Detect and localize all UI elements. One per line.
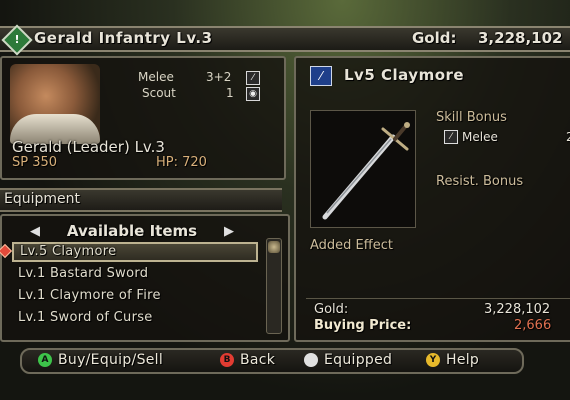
back-hint[interactable]: Back (240, 352, 275, 368)
melee-stat-label: Melee (138, 70, 174, 84)
list-item[interactable]: Lv.1 Bastard Sword (12, 264, 258, 284)
gold-value: 3,228,102 (478, 29, 563, 47)
page-title: Gerald Infantry Lv.3 (34, 29, 213, 47)
leader-portrait (10, 64, 100, 144)
help-hint[interactable]: Help (446, 352, 479, 368)
hp-value: HP: 720 (156, 155, 207, 170)
unit-panel: Melee 3+2 ⁄ Scout 1 ◉ Gerald (Leader) Lv… (0, 56, 286, 180)
list-item[interactable]: Lv.5 Claymore (12, 242, 258, 262)
list-item[interactable]: Lv.1 Claymore of Fire (12, 286, 258, 306)
selection-cursor-icon (0, 243, 13, 259)
item-detail-panel: ⁄ Lv5 Claymore Skill Bonus ⁄ Melee 2 Res… (294, 56, 570, 342)
controls-bar: A Buy/Equip/Sell B Back Equipped Y Help (20, 348, 524, 374)
sword-type-icon: ⁄ (310, 66, 332, 86)
white-button-icon[interactable] (304, 353, 318, 367)
scout-stat-label: Scout (142, 86, 176, 100)
melee-bonus-label: Melee (462, 130, 498, 144)
arrow-right-icon[interactable]: ▶ (224, 224, 234, 239)
buy-equip-sell-hint[interactable]: Buy/Equip/Sell (58, 352, 163, 368)
available-items-panel: ◀ Available Items ▶ Lv.5 Claymore Lv.1 B… (0, 214, 290, 342)
weapon-image-frame (310, 110, 416, 228)
b-button-icon[interactable]: B (220, 353, 234, 367)
sp-value: SP 350 (12, 155, 58, 170)
eye-icon: ◉ (246, 87, 260, 101)
detail-gold-label: Gold: (314, 302, 349, 317)
claymore-icon (322, 122, 410, 220)
title-bar: ! Gerald Infantry Lv.3 Gold: 3,228,102 (0, 24, 570, 56)
unit-type-icon: ! (1, 24, 33, 56)
leader-name: Gerald (Leader) Lv.3 (12, 138, 165, 156)
gold-label: Gold: (412, 29, 457, 47)
buying-price-label: Buying Price: (314, 318, 412, 333)
scrollbar-handle[interactable] (268, 241, 280, 253)
melee-bonus-value: 2 (566, 130, 570, 144)
buying-price-value: 2,666 (514, 318, 552, 333)
divider (306, 298, 570, 299)
added-effect-label: Added Effect (310, 238, 393, 253)
sword-icon: ⁄ (444, 130, 458, 144)
y-button-icon[interactable]: Y (426, 353, 440, 367)
detail-gold-value: 3,228,102 (484, 302, 551, 317)
available-items-title: Available Items (66, 222, 198, 240)
a-button-icon[interactable]: A (38, 353, 52, 367)
items-scrollbar[interactable] (266, 238, 282, 334)
list-item[interactable]: Lv.1 Sword of Curse (12, 308, 258, 328)
equipment-header: Equipment (0, 188, 282, 212)
scout-stat-value: 1 (226, 86, 234, 100)
equipped-hint[interactable]: Equipped (324, 352, 392, 368)
weapon-name: Lv5 Claymore (344, 66, 465, 84)
resist-bonus-label: Resist. Bonus (436, 174, 524, 189)
sword-icon: ⁄ (246, 71, 260, 85)
melee-stat-value: 3+2 (206, 70, 232, 84)
skill-bonus-label: Skill Bonus (436, 110, 507, 125)
equipment-title: Equipment (4, 191, 80, 207)
